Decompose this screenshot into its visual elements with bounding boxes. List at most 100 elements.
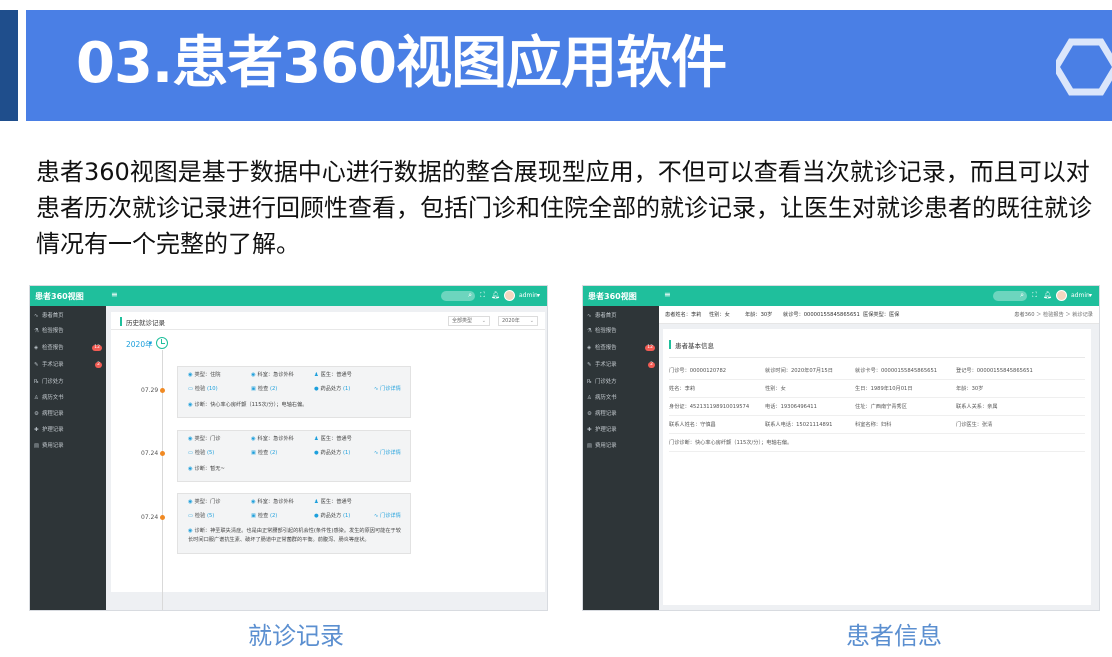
count-badge: 12 [92,345,102,351]
visit-card[interactable]: ◉ 类型：门诊 ◉ 科室：急诊外科 ♟ 医生：普通号 ▭ 检验 (5) ▣ 检查 (2) … [177,430,411,482]
history-panel: 历史就诊记录 全部类型 ⌄ 2020年 ⌄ 2020年 ▾ 07.29 ◉ 类型：住院… [111,312,545,610]
diagnosis-text: ◉ 诊断：快心率心房纤颤（115次/分）；电轴右偏。 [188,402,308,408]
sidebar-item-prescription[interactable]: ℞ 门诊处方 [34,376,104,388]
menu-toggle-icon[interactable]: ≡ [111,290,118,299]
fullscreen-icon[interactable]: ⛶ [1032,291,1037,300]
prescription-link[interactable]: ● 药品处方 (1) [314,384,350,394]
department-icon: ◉ [251,499,256,505]
diamond-icon: ◈ [34,345,39,351]
bell-icon[interactable]: 🔔︎ [1043,291,1052,299]
lab-icon: ▭ [188,513,193,519]
chevron-down-icon: ⌄ [529,318,534,324]
sidebar-item-billing[interactable]: ▤ 费用记录 [587,440,657,452]
avatar[interactable] [504,290,515,301]
prescription-link[interactable]: ● 药品处方 (1) [314,511,350,521]
lab-link[interactable]: ▭ 检验 (10) [188,384,218,394]
user-name[interactable]: admin [1071,292,1090,299]
info-icon: ◉ [188,466,193,472]
search-icon: ⌕ [468,291,472,299]
patient-name: 患者姓名：李莉 [665,312,702,318]
section-header: 患者基本信息 [669,340,714,350]
sidebar-item-surgery[interactable]: ✎ 手术记录 2 [587,359,657,371]
info-icon: ◉ [188,402,193,408]
prescription-link[interactable]: ● 药品处方 (1) [314,448,350,458]
sidebar-item-home[interactable]: ∿ 患者首页 [587,310,657,322]
main-content: 历史就诊记录 全部类型 ⌄ 2020年 ⌄ 2020年 ▾ 07.29 ◉ 类型：住院… [106,306,547,610]
visit-card[interactable]: ◉ 类型：门诊 ◉ 科室：急诊外科 ♟ 医生：普通号 ▭ 检验 (5) ▣ 检查 (2) … [177,493,411,554]
sidebar-item-lab[interactable]: ⚗ 检验报告 [587,325,657,337]
visit-detail-link[interactable]: ∿ 门诊详情 [374,448,401,458]
sidebar-item-nursing[interactable]: ✚ 护理记录 [587,424,657,436]
sidebar-item-exam[interactable]: ◈ 检查报告 12 [34,342,104,354]
sidebar-item-prescription[interactable]: ℞ 门诊处方 [587,376,657,388]
avatar[interactable] [1056,290,1067,301]
sidebar-item-nursing[interactable]: ✚ 护理记录 [34,424,104,436]
user-name[interactable]: admin [519,292,538,299]
lab-icon: ▭ [188,450,193,456]
menu-toggle-icon[interactable]: ≡ [664,290,671,299]
info-row: 联系人姓名：守慎昌 联系人电话：15021114891 科室名称：妇科 门诊医生… [669,417,1085,434]
diagnosis-text: ◉ 诊断：暂无~ [188,466,225,472]
search-input[interactable]: ⌕ [993,291,1027,301]
chevron-down-icon[interactable]: ▾ [537,292,540,299]
scalpel-icon: ✎ [587,362,592,368]
chevron-down-icon[interactable]: ▾ [1089,292,1092,299]
pulse-icon: ∿ [587,313,592,319]
sidebar-item-documents[interactable]: ♙ 病历文书 [34,392,104,404]
main-content: 患者姓名：李莉 性别：女 年龄：30岁 就诊号：0000015584586565… [659,306,1099,610]
bell-icon[interactable]: 🔔︎ [491,291,500,299]
exam-link[interactable]: ▣ 检查 (2) [251,511,277,521]
timeline-dot [160,451,165,456]
pill-icon: ● [314,450,319,456]
search-input[interactable]: ⌕ [441,291,475,301]
panel-title: 历史就诊记录 [126,319,165,327]
visit-detail-link[interactable]: ∿ 门诊详情 [374,384,401,394]
lab-link[interactable]: ▭ 检验 (5) [188,511,214,521]
pill-icon: ● [314,386,319,392]
clock-icon [156,337,168,349]
info-row: 门诊号：00000120782 就诊时间：2020年07月15日 就诊卡号：00… [669,363,1085,380]
sidebar-item-progress[interactable]: ⚙ 病程记录 [587,408,657,420]
caret-down-icon[interactable]: ▾ [149,340,152,347]
document-icon: ♙ [587,395,592,401]
doctor-icon: ♟ [314,372,319,378]
visit-date: 07.24 [141,514,159,521]
sidebar-item-exam[interactable]: ◈ 检查报告 12 [587,342,657,354]
patient-info-panel: 患者基本信息 门诊号：00000120782 就诊时间：2020年07月15日 … [663,329,1091,605]
department-icon: ◉ [251,372,256,378]
visit-date: 07.24 [141,450,159,457]
fullscreen-icon[interactable]: ⛶ [480,291,485,300]
gear-icon: ⚙ [34,411,39,417]
count-badge: 12 [645,345,655,351]
exam-link[interactable]: ▣ 检查 (2) [251,384,277,394]
visit-date: 07.29 [141,387,159,394]
info-row: 身份证：452131198910019574 电话：19306496411 住址… [669,399,1085,416]
lab-link[interactable]: ▭ 检验 (5) [188,448,214,458]
search-icon: ⌕ [1020,291,1024,299]
visit-card[interactable]: ◉ 类型：住院 ◉ 科室：急诊外科 ♟ 医生：普通号 ▭ 检验 (10) ▣ 检查 (2)… [177,366,411,418]
type-filter-select[interactable]: 全部类型 ⌄ [448,316,490,326]
exam-link[interactable]: ▣ 检查 (2) [251,448,277,458]
nursing-icon: ✚ [34,427,39,433]
timeline-dot [160,515,165,520]
title-banner: 03.患者360视图应用软件 [26,10,1112,121]
type-icon: ◉ [188,372,193,378]
stethoscope-icon: ∿ [374,513,379,519]
info-icon: ◉ [188,528,193,534]
sidebar-item-documents[interactable]: ♙ 病历文书 [587,392,657,404]
lab-icon: ▭ [188,386,193,392]
sidebar-item-progress[interactable]: ⚙ 病程记录 [34,408,104,420]
app-topbar: 患者360视图 ≡ ⌕ ⛶ 🔔︎ admin ▾ [30,286,547,306]
count-badge: 2 [95,362,102,368]
app-title: 患者360视图 [588,292,637,301]
sidebar-item-surgery[interactable]: ✎ 手术记录 2 [34,359,104,371]
sidebar-item-home[interactable]: ∿ 患者首页 [34,310,104,322]
patient-age: 年龄：30岁 [745,312,773,318]
visit-detail-link[interactable]: ∿ 门诊详情 [374,511,401,521]
exam-icon: ▣ [251,513,256,519]
sidebar-item-lab[interactable]: ⚗ 检验报告 [34,325,104,337]
sidebar-item-billing[interactable]: ▤ 费用记录 [34,440,104,452]
stethoscope-icon: ∿ [374,386,379,392]
section-title: 患者基本信息 [675,342,714,350]
year-filter-select[interactable]: 2020年 ⌄ [498,316,538,326]
